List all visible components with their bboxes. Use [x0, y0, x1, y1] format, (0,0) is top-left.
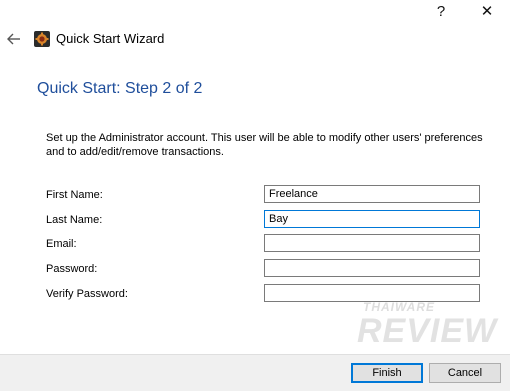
- wizard-header: Quick Start Wizard: [0, 28, 510, 50]
- email-label: Email:: [46, 238, 77, 250]
- last-name-field[interactable]: [264, 210, 480, 228]
- verify-password-label: Verify Password:: [46, 288, 128, 300]
- description-text: Set up the Administrator account. This u…: [46, 132, 483, 158]
- email-field[interactable]: [264, 234, 480, 252]
- step-title: Quick Start: Step 2 of 2: [37, 80, 203, 97]
- first-name-field[interactable]: [264, 185, 480, 203]
- cancel-button[interactable]: Cancel: [429, 363, 501, 383]
- password-label: Password:: [46, 263, 98, 275]
- first-name-label: First Name:: [46, 189, 103, 201]
- window-title: Quick Start Wizard: [56, 31, 165, 46]
- watermark-logo: THAIWARE REVIEW: [345, 300, 505, 360]
- watermark-top-text: THAIWARE: [363, 300, 435, 314]
- back-arrow-icon[interactable]: [5, 30, 23, 48]
- title-bar: ? ✕: [0, 0, 510, 22]
- verify-password-field[interactable]: [264, 284, 480, 302]
- finish-button[interactable]: Finish: [351, 363, 423, 383]
- close-button[interactable]: ✕: [464, 0, 510, 22]
- help-button[interactable]: ?: [418, 0, 464, 22]
- last-name-label: Last Name:: [46, 214, 103, 226]
- app-icon: [34, 31, 50, 47]
- password-field[interactable]: [264, 259, 480, 277]
- watermark-main-text: REVIEW: [357, 312, 498, 350]
